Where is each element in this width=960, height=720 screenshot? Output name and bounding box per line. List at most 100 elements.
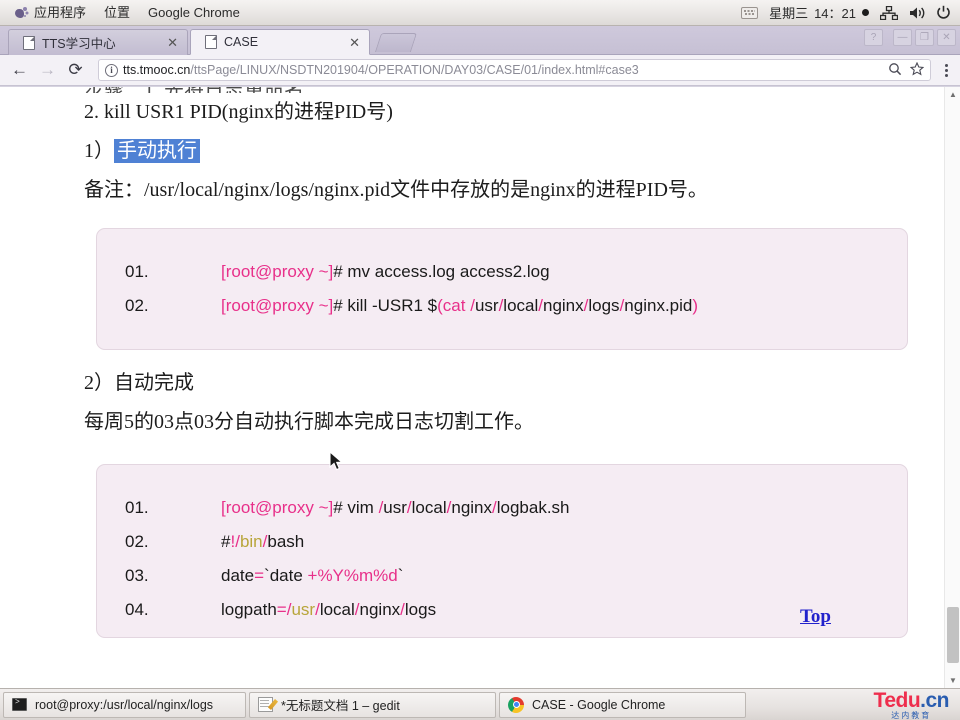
code-token: usr [474, 296, 499, 315]
code-token: logbak.sh [496, 498, 570, 517]
code-token: bin [239, 532, 263, 551]
chrome-window: TTS学习中心 ✕ CASE ✕ ? — ❐ ✕ ← → ⟳ i tts.tmo… [0, 26, 960, 688]
code-line: 02. #!/bin/bash [97, 525, 907, 559]
code-token: nginx [451, 498, 492, 517]
code-line: 03. date=`date +%Y%m%d` [97, 559, 907, 593]
clock-time-label: 14：21 [814, 6, 856, 21]
code-token: [root@proxy ~] [221, 262, 334, 281]
code-block-manual: 01. [root@proxy ~]# mv access.log access… [96, 228, 908, 350]
code-token: nginx [543, 296, 584, 315]
code-token: bash [267, 532, 305, 551]
minimize-button[interactable]: — [893, 29, 912, 46]
taskbar-item-chrome[interactable]: CASE - Google Chrome [499, 691, 746, 718]
code-line: 01. [root@proxy ~]# mv access.log access… [97, 255, 907, 289]
clock-day-label: 星期三 [769, 6, 809, 21]
recording-dot-icon [862, 9, 869, 16]
taskbar-item-label: CASE - Google Chrome [532, 697, 666, 712]
url-host: tts.tmooc.cn [123, 63, 191, 77]
list-item-2-text: 自动完成 [114, 372, 194, 394]
scroll-up-arrow-icon[interactable]: ▲ [945, 87, 960, 102]
panel-status-area: 星期三 14：21 [741, 3, 960, 22]
list-item-1-prefix: 1） [84, 140, 114, 162]
list-item-2: 2）自动完成 [0, 364, 944, 403]
taskbar-item-terminal[interactable]: root@proxy:/usr/local/nginx/logs [3, 691, 246, 718]
applications-menu[interactable]: 应用程序 [5, 2, 95, 24]
code-token: # mv access.log access2.log [333, 262, 550, 281]
gedit-icon [258, 697, 273, 712]
applications-menu-label: 应用程序 [34, 4, 87, 20]
page-scrollbar[interactable]: ▲ ▼ [944, 87, 960, 688]
code-token: [root@proxy ~] [221, 296, 334, 315]
maximize-button[interactable]: ❐ [915, 29, 934, 46]
code-line-content: logpath=/usr/local/nginx/logs [221, 593, 436, 627]
code-line-content: [root@proxy ~]# mv access.log access2.lo… [221, 255, 550, 289]
close-window-button[interactable]: ✕ [937, 29, 956, 46]
new-tab-button[interactable] [374, 33, 418, 52]
chrome-icon [508, 696, 524, 713]
code-token: = [254, 566, 265, 585]
gnome-foot-icon [14, 6, 28, 20]
page-content: 步骤：1. 先将日志重命名 2. kill USR1 PID(nginx的进程P… [0, 87, 944, 688]
list-item-2-prefix: 2） [84, 372, 114, 394]
keyboard-icon[interactable] [741, 6, 759, 19]
list-item-1-highlight: 手动执行 [114, 139, 200, 163]
tab-case[interactable]: CASE ✕ [190, 29, 370, 55]
places-menu[interactable]: 位置 [95, 2, 139, 24]
code-token: +%Y%m%d [307, 566, 398, 585]
panel-menu-group: 应用程序 位置 Google Chrome [0, 2, 249, 24]
tab-close-icon[interactable]: ✕ [349, 36, 360, 49]
top-anchor-link[interactable]: Top [800, 606, 831, 628]
code-line-content: #!/bin/bash [221, 525, 304, 559]
active-app-label: Google Chrome [148, 4, 240, 20]
code-token: local [503, 296, 539, 315]
code-token: `date [264, 566, 308, 585]
page-favicon-icon [205, 35, 217, 49]
code-token: logs [588, 296, 620, 315]
code-token: [root@proxy ~] [221, 498, 334, 517]
tedu-logo-edu: edu [884, 688, 921, 712]
bookmark-star-icon[interactable] [909, 61, 925, 79]
site-info-icon[interactable]: i [105, 63, 118, 77]
bottom-taskbar: root@proxy:/usr/local/nginx/logs *无标题文档 … [0, 688, 960, 720]
back-button[interactable]: ← [6, 57, 33, 84]
code-token: = [276, 600, 287, 619]
forward-button[interactable]: → [34, 57, 61, 84]
code-line-number: 02. [125, 296, 149, 315]
code-token: usr [383, 498, 407, 517]
taskbar-item-gedit[interactable]: *无标题文档 1 – gedit [249, 691, 496, 718]
taskbar-item-label: *无标题文档 1 – gedit [281, 699, 400, 713]
active-app-menu[interactable]: Google Chrome [139, 2, 249, 24]
chrome-menu-icon[interactable] [938, 63, 954, 77]
tab-tts-learning-center[interactable]: TTS学习中心 ✕ [8, 29, 188, 55]
scroll-down-arrow-icon[interactable]: ▼ [945, 673, 960, 688]
address-bar[interactable]: i tts.tmooc.cn/ttsPage/LINUX/NSDTN201904… [98, 59, 931, 81]
network-icon[interactable] [879, 5, 899, 20]
power-icon[interactable] [936, 5, 951, 20]
code-token: logs [404, 600, 437, 619]
gnome-top-panel: 应用程序 位置 Google Chrome 星期三 14：21 [0, 0, 960, 26]
code-line-number: 01. [125, 262, 149, 281]
help-button[interactable]: ? [864, 29, 883, 46]
mouse-cursor-icon [329, 450, 345, 473]
code-line-number: 02. [125, 532, 149, 551]
taskbar-item-label: root@proxy:/usr/local/nginx/logs [35, 697, 214, 712]
url-path: /ttsPage/LINUX/NSDTN201904/OPERATION/DAY… [190, 63, 639, 77]
reload-button[interactable]: ⟳ [62, 57, 89, 84]
code-block-auto: 01. [root@proxy ~]# vim /usr/local/nginx… [96, 464, 908, 638]
address-bar-url: tts.tmooc.cn/ttsPage/LINUX/NSDTN201904/O… [123, 63, 639, 77]
search-icon[interactable] [888, 62, 902, 79]
code-line-number: 03. [125, 566, 149, 585]
tedu-logo: Tedu.cn 达内教育 [874, 690, 957, 720]
code-token: logpath [221, 600, 277, 619]
code-line-number: 04. [125, 600, 149, 619]
heading-kill-usr1: 2. kill USR1 PID(nginx的进程PID号) [84, 101, 393, 123]
code-token: local [319, 600, 355, 619]
panel-clock[interactable]: 星期三 14：21 [769, 3, 869, 22]
code-line: 02. [root@proxy ~]# kill -USR1 $(cat /us… [97, 289, 907, 323]
code-token: usr [291, 600, 316, 619]
scrollbar-thumb[interactable] [947, 607, 959, 663]
code-line-content: date=`date +%Y%m%d` [221, 559, 403, 593]
code-token: ) [692, 296, 699, 315]
volume-icon[interactable] [909, 6, 925, 20]
tab-close-icon[interactable]: ✕ [167, 36, 178, 49]
